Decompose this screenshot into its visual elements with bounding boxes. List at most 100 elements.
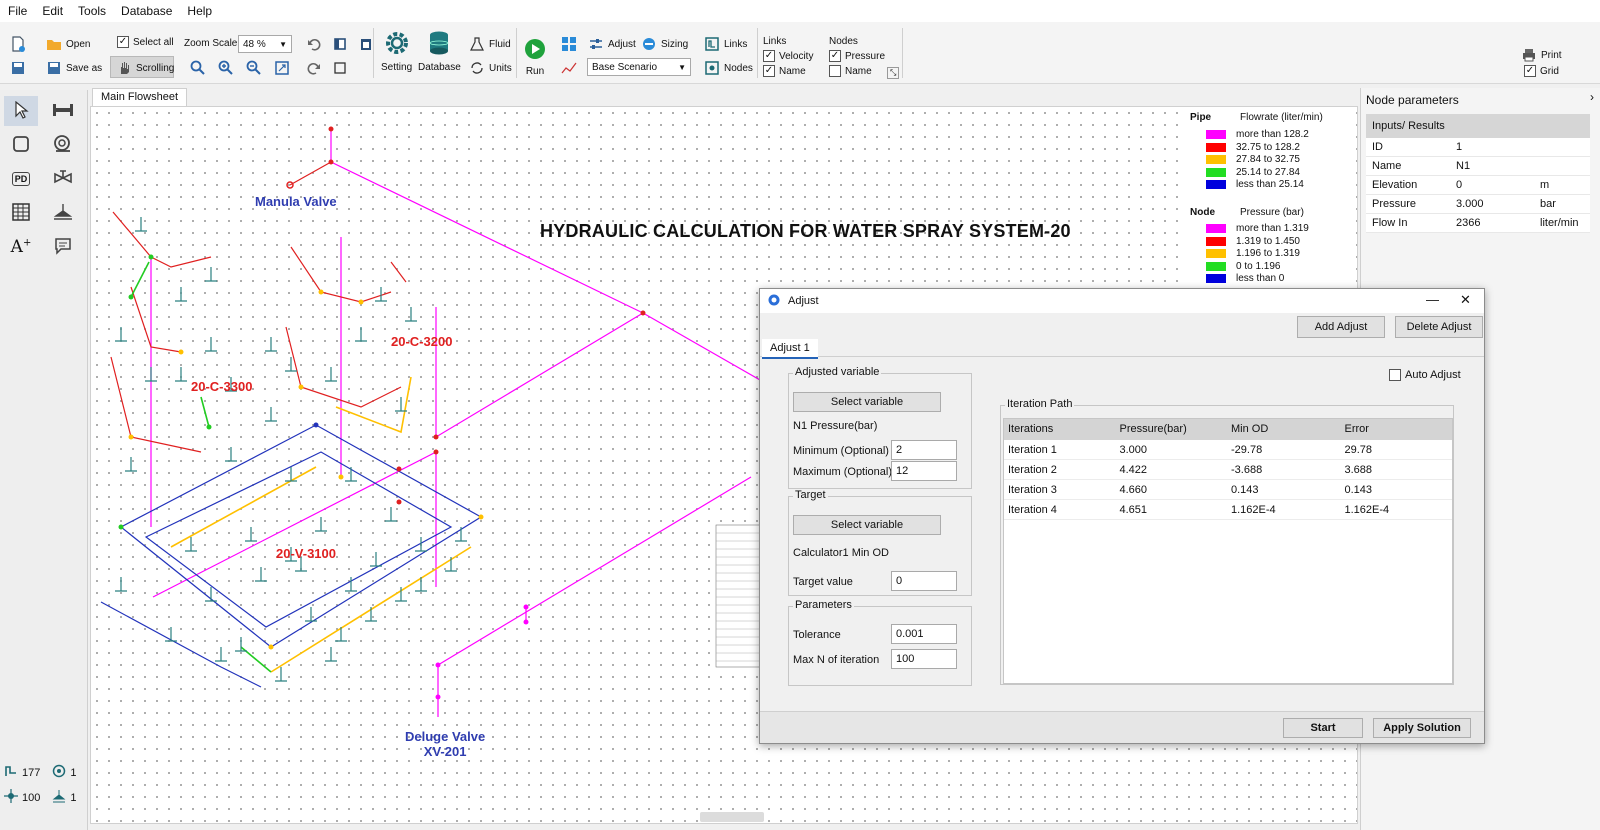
- iteration-row[interactable]: Iteration 1 3.000 -29.78 29.78: [1004, 440, 1452, 460]
- iteration-row[interactable]: Iteration 2 4.422 -3.688 3.688: [1004, 460, 1452, 480]
- pd-tool[interactable]: PD: [4, 164, 38, 194]
- pipe-vessel-ring-outer[interactable]: [119, 424, 483, 648]
- pipe-main-branch[interactable]: [435, 307, 644, 439]
- zoom-in-icon[interactable]: [218, 60, 234, 76]
- minimize-icon[interactable]: —: [1426, 292, 1439, 307]
- node-parameter-row[interactable]: ID 1: [1366, 138, 1590, 157]
- pump-tool[interactable]: [46, 130, 80, 160]
- delete-adjust-button[interactable]: Delete Adjust: [1395, 316, 1483, 338]
- database-button[interactable]: Database: [418, 30, 461, 73]
- tab-main-flowsheet[interactable]: Main Flowsheet: [92, 88, 188, 106]
- adjust-button[interactable]: Adjust: [588, 36, 636, 52]
- pipe-vessel-bottom[interactable]: [100, 601, 262, 688]
- pipe-red-c3300-top[interactable]: [112, 211, 212, 268]
- pipe-red-c3300-low[interactable]: [110, 356, 202, 453]
- table-tool[interactable]: [4, 198, 38, 228]
- iteration-cell: 3.000: [1119, 444, 1148, 456]
- menu-file[interactable]: File: [6, 4, 40, 18]
- undo-icon[interactable]: [306, 36, 322, 52]
- save-as-button[interactable]: Save as: [46, 60, 102, 76]
- comment-tool[interactable]: [46, 232, 80, 262]
- nodes-name-checkbox[interactable]: Name: [829, 65, 872, 77]
- iteration-table: Iterations Pressure(bar) Min OD Error It…: [1003, 418, 1453, 684]
- pipe-green-1[interactable]: [130, 261, 150, 298]
- node-parameter-row[interactable]: Elevation 0 m: [1366, 176, 1590, 195]
- links-name-checkbox[interactable]: ✓ Name: [763, 65, 806, 77]
- menu-edit[interactable]: Edit: [40, 4, 76, 18]
- max-iteration-input[interactable]: 100: [891, 649, 957, 669]
- target-value-input[interactable]: 0: [891, 571, 957, 591]
- redo-icon[interactable]: [306, 60, 322, 76]
- pipe-red-c3200-small[interactable]: [390, 261, 407, 283]
- legend-node-unit: Pressure (bar): [1240, 207, 1304, 218]
- paste-icon[interactable]: [358, 36, 374, 52]
- frame-icon[interactable]: [332, 60, 348, 76]
- links-button[interactable]: Links: [704, 36, 747, 52]
- apply-solution-button[interactable]: Apply Solution: [1373, 718, 1471, 738]
- minimum-input[interactable]: 2: [891, 440, 957, 460]
- scrolling-button[interactable]: Scrolling: [116, 60, 174, 76]
- node-parameter-row[interactable]: Pressure 3.000 bar: [1366, 195, 1590, 214]
- pipe-red-c3200-mid[interactable]: [285, 326, 402, 408]
- nodes-button[interactable]: Nodes: [704, 60, 753, 76]
- node-parameter-row[interactable]: Name N1: [1366, 157, 1590, 176]
- chart-button[interactable]: [561, 60, 577, 76]
- links-velocity-checkbox[interactable]: ✓ Velocity: [763, 50, 813, 62]
- fit-page-icon[interactable]: [274, 60, 290, 76]
- nodes-pressure-checkbox[interactable]: ✓ Pressure: [829, 50, 885, 62]
- units-button[interactable]: Units: [469, 60, 512, 76]
- expand-options-button[interactable]: ⤡: [887, 67, 900, 79]
- horizontal-scrollbar[interactable]: [700, 812, 764, 822]
- iteration-row[interactable]: Iteration 4 4.651 1.162E-4 1.162E-4: [1004, 500, 1452, 520]
- new-file-button[interactable]: [10, 36, 26, 52]
- pipe-yellow-1[interactable]: [170, 466, 317, 548]
- setting-button[interactable]: Setting: [381, 30, 412, 73]
- select-target-variable-button[interactable]: Select variable: [793, 515, 941, 535]
- select-adjusted-variable-button[interactable]: Select variable: [793, 392, 941, 412]
- close-icon[interactable]: ✕: [1460, 292, 1471, 308]
- pipe-main-line[interactable]: [330, 129, 782, 393]
- node-legend-row: 1.319 to 1.450: [1206, 236, 1300, 247]
- pipe-deluge-line[interactable]: [437, 476, 752, 666]
- tank-tool[interactable]: [4, 130, 38, 160]
- menu-tools[interactable]: Tools: [76, 4, 119, 18]
- save-as-icon: [46, 60, 62, 76]
- expand-icon: ⤡: [887, 67, 900, 79]
- pipe-feed-line[interactable]: [152, 451, 437, 598]
- select-all-button[interactable]: ✓ Select all: [117, 36, 174, 48]
- node-parameter-row[interactable]: Flow In 2366 liter/min: [1366, 214, 1590, 233]
- add-adjust-button[interactable]: Add Adjust: [1297, 316, 1385, 338]
- grid-checkbox[interactable]: ✓ Grid: [1524, 65, 1559, 77]
- iteration-row[interactable]: Iteration 3 4.660 0.143 0.143: [1004, 480, 1452, 500]
- fluid-button[interactable]: Fluid: [469, 36, 511, 52]
- pipe-tool[interactable]: [46, 96, 80, 126]
- pipe-red-c3300-mid[interactable]: [130, 286, 182, 353]
- menu-help[interactable]: Help: [185, 4, 225, 18]
- text-tool[interactable]: A+: [4, 232, 38, 262]
- valve-tool[interactable]: [46, 164, 80, 194]
- start-button[interactable]: Start: [1283, 718, 1363, 738]
- run-button[interactable]: Run: [524, 38, 546, 77]
- zoom-scale-select[interactable]: 48 % ▼: [238, 35, 292, 53]
- tab-adjust-1[interactable]: Adjust 1: [762, 339, 818, 359]
- pipe-yellow-3[interactable]: [335, 376, 412, 434]
- maximum-input[interactable]: 12: [891, 461, 957, 481]
- zoom-fit-icon[interactable]: [190, 60, 206, 76]
- pipe-green-2[interactable]: [200, 396, 210, 428]
- tolerance-input[interactable]: 0.001: [891, 624, 957, 644]
- sprinkler-tool[interactable]: [46, 198, 80, 228]
- copy-icon[interactable]: [332, 36, 348, 52]
- sizing-button[interactable]: Sizing: [641, 36, 688, 52]
- open-button[interactable]: Open: [46, 36, 90, 52]
- save-button[interactable]: [10, 60, 26, 76]
- zoom-out-icon[interactable]: [246, 60, 262, 76]
- pointer-tool[interactable]: [4, 96, 38, 126]
- auto-adjust-checkbox[interactable]: Auto Adjust: [1389, 369, 1461, 381]
- grid-view-button[interactable]: [561, 36, 577, 52]
- dialog-titlebar[interactable]: Adjust: [760, 289, 1484, 313]
- menu-database[interactable]: Database: [119, 4, 185, 18]
- scenario-select[interactable]: Base Scenario ▼: [587, 58, 691, 76]
- pipe-manual-valve[interactable]: [289, 161, 332, 186]
- print-button[interactable]: Print: [1521, 47, 1562, 63]
- collapse-panel-icon[interactable]: ›: [1590, 90, 1594, 104]
